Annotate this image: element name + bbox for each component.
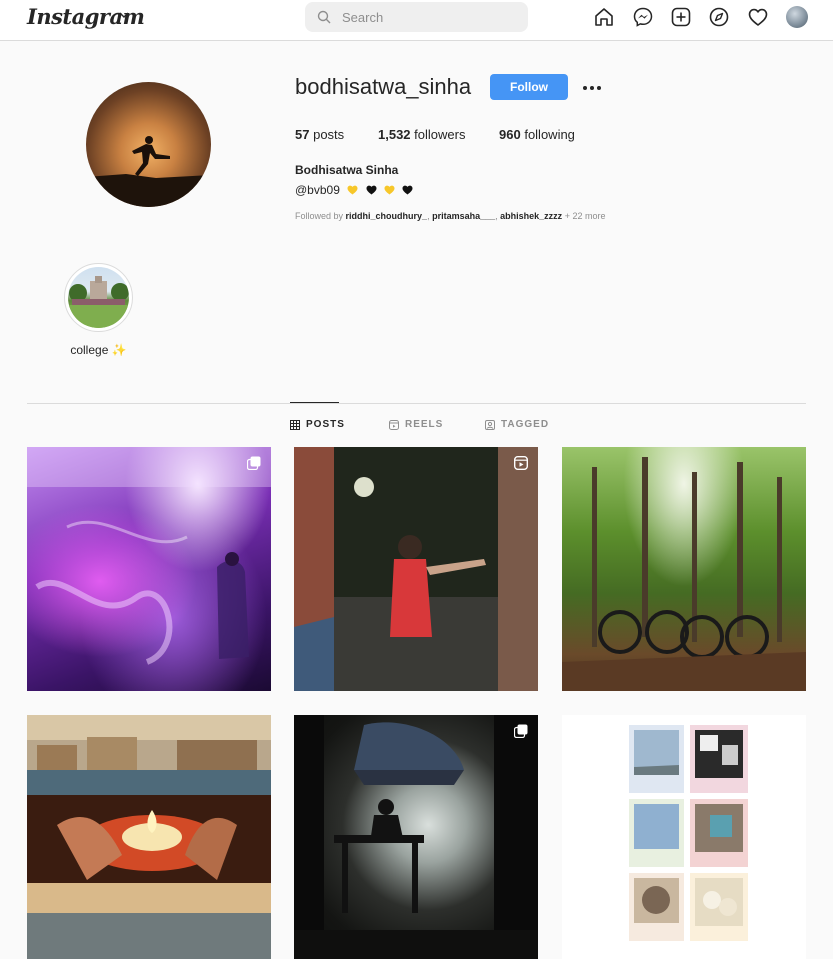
followed-by-prefix: Followed by (295, 211, 344, 221)
search-icon (317, 10, 331, 24)
black-heart-icon (402, 185, 413, 195)
post-thumbnail[interactable] (294, 447, 538, 691)
yellow-heart-icon (384, 185, 395, 195)
top-navigation-bar: Instagram (0, 0, 833, 41)
search-box[interactable] (305, 2, 528, 32)
following-stat[interactable]: 960 following (499, 127, 575, 142)
tab-tagged[interactable]: TAGGED (485, 419, 549, 430)
activity-heart-icon[interactable] (747, 6, 769, 28)
home-icon[interactable] (593, 6, 615, 28)
profile-photo-silhouette (86, 136, 211, 207)
posts-count: 57 (295, 127, 310, 142)
profile-avatar[interactable] (786, 6, 808, 28)
grid-icon (290, 419, 300, 430)
posts-label: posts (313, 127, 345, 142)
follow-button[interactable]: Follow (490, 74, 568, 100)
followed-by-user[interactable]: riddhi_choudhury_ (346, 211, 428, 221)
post-thumbnail[interactable] (27, 447, 271, 691)
post-image (562, 457, 806, 691)
chevron-down-icon[interactable] (119, 10, 129, 20)
post-thumbnail[interactable] (562, 447, 806, 691)
post-image (27, 447, 271, 665)
active-tab-indicator (290, 402, 339, 403)
post-image (294, 715, 538, 959)
post-image (27, 715, 271, 959)
new-post-icon[interactable] (670, 6, 692, 28)
highlight-cover-scene (68, 276, 129, 328)
post-thumbnail[interactable] (562, 715, 806, 959)
yellow-heart-icon (347, 185, 358, 195)
tab-tagged-label: TAGGED (501, 419, 550, 430)
post-image (629, 725, 748, 941)
tab-posts[interactable]: POSTS (290, 419, 345, 430)
followed-by-user[interactable]: pritamsaha___ (432, 211, 495, 221)
followers-label: followers (414, 127, 466, 142)
profile-bio: @bvb09 (295, 183, 413, 197)
profile-picture[interactable] (86, 82, 211, 207)
tabs-divider (27, 403, 806, 404)
black-heart-icon (366, 185, 377, 195)
more-options-icon[interactable] (581, 84, 603, 92)
post-thumbnail[interactable] (294, 715, 538, 959)
tab-posts-label: POSTS (306, 419, 345, 430)
reels-icon (389, 419, 399, 430)
tab-reels-label: REELS (405, 419, 444, 430)
followed-by-more[interactable]: + 22 more (565, 211, 606, 221)
search-input[interactable] (340, 8, 514, 26)
explore-icon[interactable] (708, 6, 730, 28)
tab-reels[interactable]: REELS (389, 419, 443, 430)
following-count: 960 (499, 127, 521, 142)
bio-handle-link[interactable]: @bvb09 (295, 183, 340, 197)
carousel-icon (514, 724, 528, 738)
profile-full-name: Bodhisatwa Sinha (295, 163, 399, 177)
followers-count: 1,532 (378, 127, 411, 142)
highlight-label: college ✨ (70, 343, 127, 357)
post-image (294, 447, 538, 691)
reel-icon (514, 456, 528, 470)
post-thumbnail[interactable] (27, 715, 271, 959)
tagged-icon (485, 419, 495, 430)
messenger-icon[interactable] (632, 6, 654, 28)
profile-username: bodhisatwa_sinha (295, 74, 472, 99)
posts-stat: 57 posts (295, 127, 344, 142)
followed-by-line[interactable]: Followed by riddhi_choudhury_, pritamsah… (295, 211, 605, 221)
following-label: following (524, 127, 575, 142)
carousel-icon (247, 456, 261, 470)
followers-stat[interactable]: 1,532 followers (378, 127, 465, 142)
highlight-cover[interactable] (68, 267, 129, 328)
followed-by-user[interactable]: abhishek_zzzz (500, 211, 562, 221)
